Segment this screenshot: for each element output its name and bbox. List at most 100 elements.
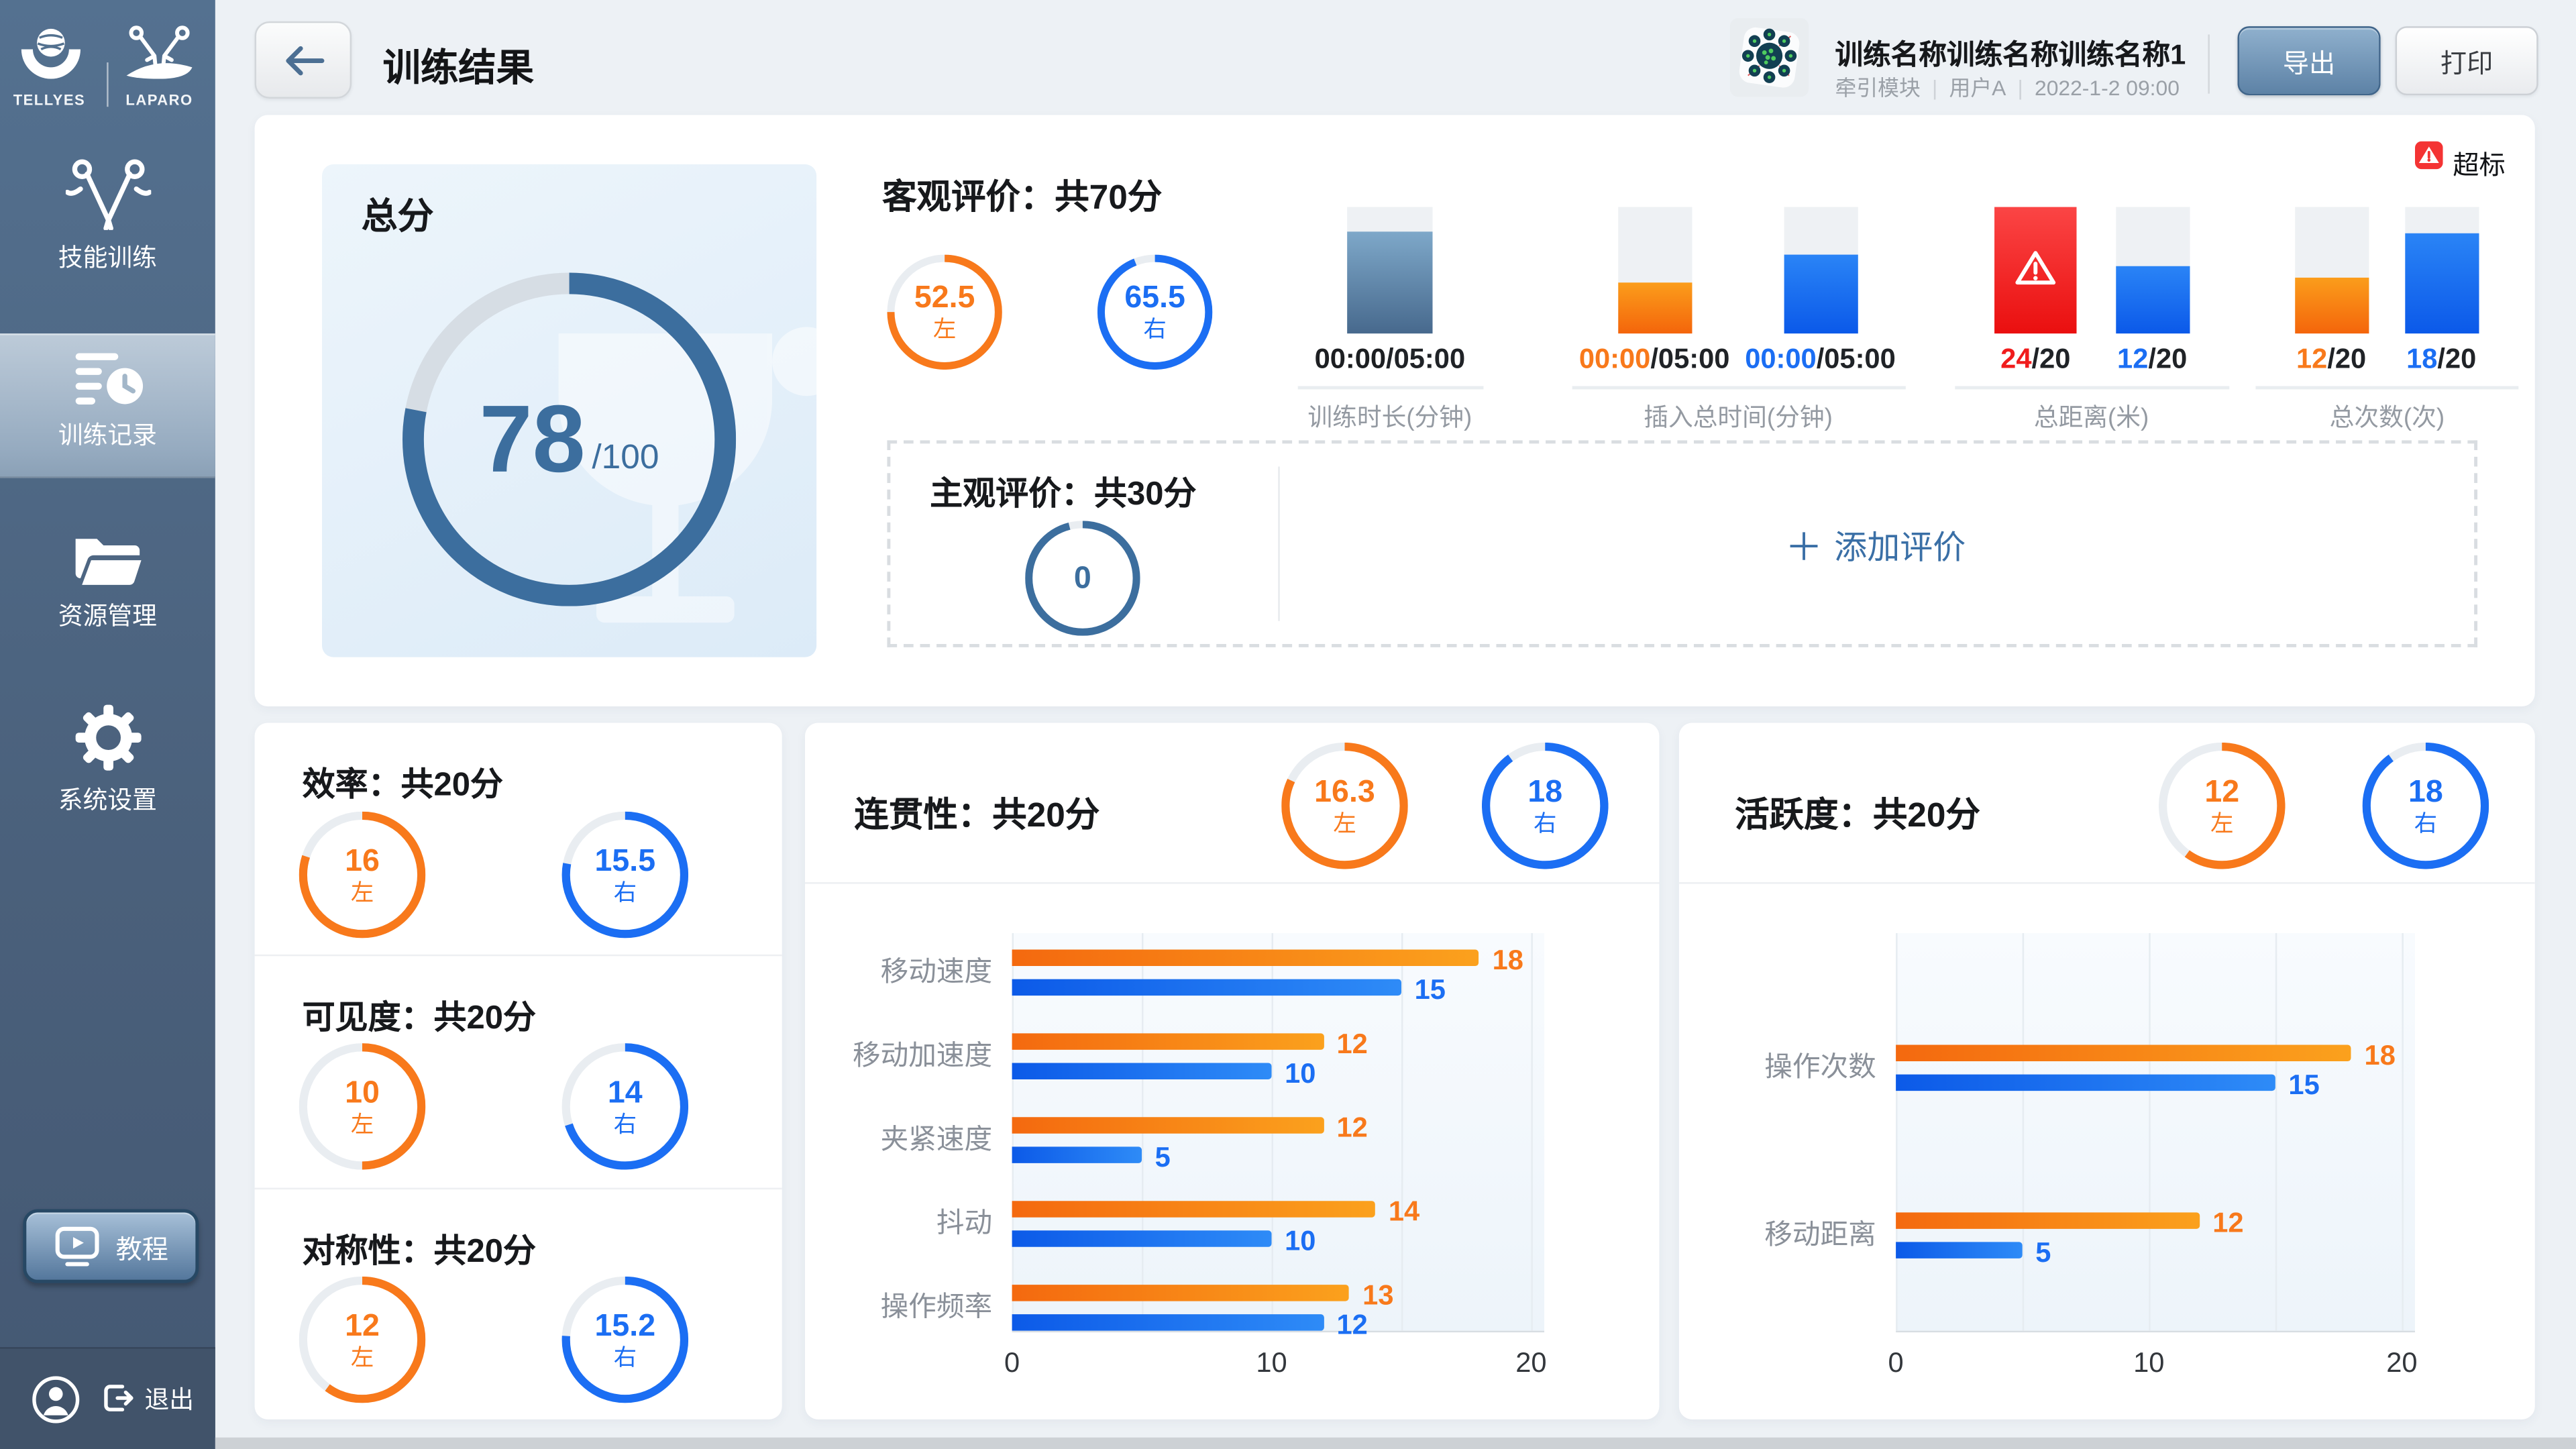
bar-insert-time-left bbox=[1618, 207, 1692, 334]
bar-total-distance-right bbox=[2116, 207, 2190, 334]
back-button[interactable] bbox=[255, 21, 352, 99]
cat: 移动加速度 bbox=[812, 1038, 992, 1075]
horizontal-scrollbar[interactable] bbox=[215, 1438, 2576, 1449]
value-total-count-right: 18/20 bbox=[2406, 343, 2476, 376]
value-insert-time-left: 00:00/05:00 bbox=[1579, 343, 1730, 376]
sidebar-item-skill-training[interactable]: 技能训练 bbox=[0, 158, 215, 274]
cat: 移动距离 bbox=[1695, 1218, 1876, 1254]
group-label: 总次数(次) bbox=[2330, 399, 2445, 433]
subjective-ring: 0 bbox=[1025, 521, 1140, 635]
gear-icon bbox=[73, 703, 142, 772]
value-training-duration: 00:00/05:00 bbox=[1315, 343, 1466, 376]
coherence-heading: 连贯性：共20分 bbox=[854, 789, 1099, 838]
tick: 10 bbox=[2133, 1347, 2164, 1380]
tick: 20 bbox=[1515, 1347, 1546, 1380]
hbar bbox=[1012, 1033, 1324, 1049]
coherence-left-ring: 16.3左 bbox=[1281, 743, 1408, 869]
header-divider bbox=[2208, 34, 2209, 93]
tutorial-button[interactable]: 教程 bbox=[23, 1209, 199, 1283]
session-user: 用户A bbox=[1949, 76, 2006, 101]
sidebar-item-label: 资源管理 bbox=[0, 598, 215, 632]
hval: 14 bbox=[1389, 1196, 1419, 1229]
group-divider bbox=[1955, 386, 2229, 390]
export-button[interactable]: 导出 bbox=[2238, 26, 2381, 95]
section-divider bbox=[255, 1188, 782, 1189]
summary-card: 总分 78 /100 客观评价：共70分 52.5左 65.5右 00:00/0… bbox=[255, 115, 2535, 706]
section-divider bbox=[255, 955, 782, 956]
hbar bbox=[1012, 1201, 1376, 1217]
section-divider bbox=[805, 882, 1659, 883]
hbar bbox=[1012, 1230, 1272, 1246]
activity-card: 活跃度：共20分 12左 18右 操作次数1815移动距离12501020 bbox=[1679, 723, 2535, 1419]
sidebar-item-system-settings[interactable]: 系统设置 bbox=[0, 703, 215, 816]
sidebar: TELLYES LAPARO 技能训练 bbox=[0, 0, 215, 1449]
objective-left-ring: 52.5左 bbox=[887, 255, 1002, 370]
add-evaluation-label: 添加评价 bbox=[1834, 520, 1966, 568]
value-total-count-left: 12/20 bbox=[2296, 343, 2366, 376]
visibility-right-ring: 14右 bbox=[562, 1043, 689, 1170]
tick: 0 bbox=[1004, 1347, 1020, 1380]
group-divider bbox=[1572, 386, 1906, 390]
logout-button[interactable]: 退出 bbox=[102, 1347, 194, 1449]
print-button[interactable]: 打印 bbox=[2396, 26, 2538, 95]
hval: 12 bbox=[2212, 1208, 2243, 1240]
bar-total-distance-left bbox=[1994, 207, 2076, 334]
sidebar-item-resource-management[interactable]: 资源管理 bbox=[0, 529, 215, 633]
gridline bbox=[1401, 933, 1403, 1331]
app-root: TELLYES LAPARO 技能训练 bbox=[0, 0, 2576, 1449]
gridline bbox=[2275, 933, 2277, 1331]
tellyes-wordmark: TELLYES bbox=[7, 92, 92, 108]
value-total-distance-right: 12/20 bbox=[2117, 343, 2187, 376]
coherence-bar-chart: 移动速度1815移动加速度1210夹紧速度125抖动1410操作频率131201… bbox=[1012, 933, 1544, 1332]
bar-fill bbox=[1618, 283, 1692, 333]
plus-icon: ＋ bbox=[1785, 516, 1823, 572]
hval: 12 bbox=[1336, 1112, 1367, 1145]
visibility-heading: 可见度：共20分 bbox=[303, 991, 536, 1038]
cat: 移动速度 bbox=[812, 955, 992, 991]
hval: 15 bbox=[2288, 1069, 2319, 1102]
sidebar-item-training-records[interactable]: 训练记录 bbox=[0, 333, 215, 478]
session-thumbnail bbox=[1730, 18, 1809, 97]
gridline bbox=[1531, 933, 1532, 1331]
hbar bbox=[1012, 950, 1479, 966]
symmetry-heading: 对称性：共20分 bbox=[303, 1224, 536, 1271]
symmetry-right-ring: 15.2右 bbox=[562, 1277, 689, 1403]
efficiency-right-ring: 15.5右 bbox=[562, 812, 689, 938]
bar-total-count-left bbox=[2295, 207, 2369, 334]
session-subtitle: 牵引模块|用户A|2022-1-2 09:00 bbox=[1835, 70, 2180, 102]
tick: 0 bbox=[1888, 1347, 1904, 1380]
activity-bar-chart: 操作次数1815移动距离12501020 bbox=[1896, 933, 2415, 1332]
session-module: 牵引模块 bbox=[1835, 76, 1921, 101]
hval: 15 bbox=[1415, 974, 1446, 1007]
total-score-label: 总分 bbox=[362, 187, 434, 239]
tutorial-label: 教程 bbox=[116, 1226, 168, 1266]
cat: 操作次数 bbox=[1695, 1050, 1876, 1086]
hbar bbox=[1012, 1314, 1324, 1330]
records-icon bbox=[72, 350, 144, 409]
warning-triangle-icon bbox=[2014, 248, 2057, 287]
tick: 20 bbox=[2386, 1347, 2417, 1380]
add-evaluation-button[interactable]: ＋ 添加评价 bbox=[1280, 443, 2471, 644]
hbar bbox=[1896, 1242, 2023, 1258]
hval: 18 bbox=[2365, 1040, 2396, 1073]
hval: 12 bbox=[1336, 1309, 1367, 1342]
hbar bbox=[1896, 1045, 2351, 1061]
back-arrow-icon bbox=[282, 42, 325, 78]
gridline bbox=[1896, 933, 1897, 1331]
over-limit-icon bbox=[2415, 142, 2443, 170]
laparo-logo-icon bbox=[121, 23, 197, 85]
value-total-distance-left: 24/20 bbox=[2000, 343, 2070, 376]
sidebar-bottom-bar: 退出 bbox=[0, 1347, 215, 1449]
group-label: 插入总时间(分钟) bbox=[1644, 399, 1833, 433]
hbar bbox=[1012, 1285, 1350, 1301]
tellyes-logo-icon bbox=[15, 23, 87, 85]
gridline bbox=[2023, 933, 2024, 1331]
bar-total-count-right bbox=[2405, 207, 2479, 334]
value-insert-time-right: 00:00/05:00 bbox=[1745, 343, 1896, 376]
activity-left-ring: 12左 bbox=[2159, 743, 2286, 869]
session-datetime: 2022-1-2 09:00 bbox=[2035, 76, 2180, 101]
gridline bbox=[2402, 933, 2403, 1331]
user-avatar-icon[interactable] bbox=[32, 1375, 80, 1424]
total-score-denominator: /100 bbox=[592, 438, 659, 478]
gridline bbox=[2149, 933, 2150, 1331]
